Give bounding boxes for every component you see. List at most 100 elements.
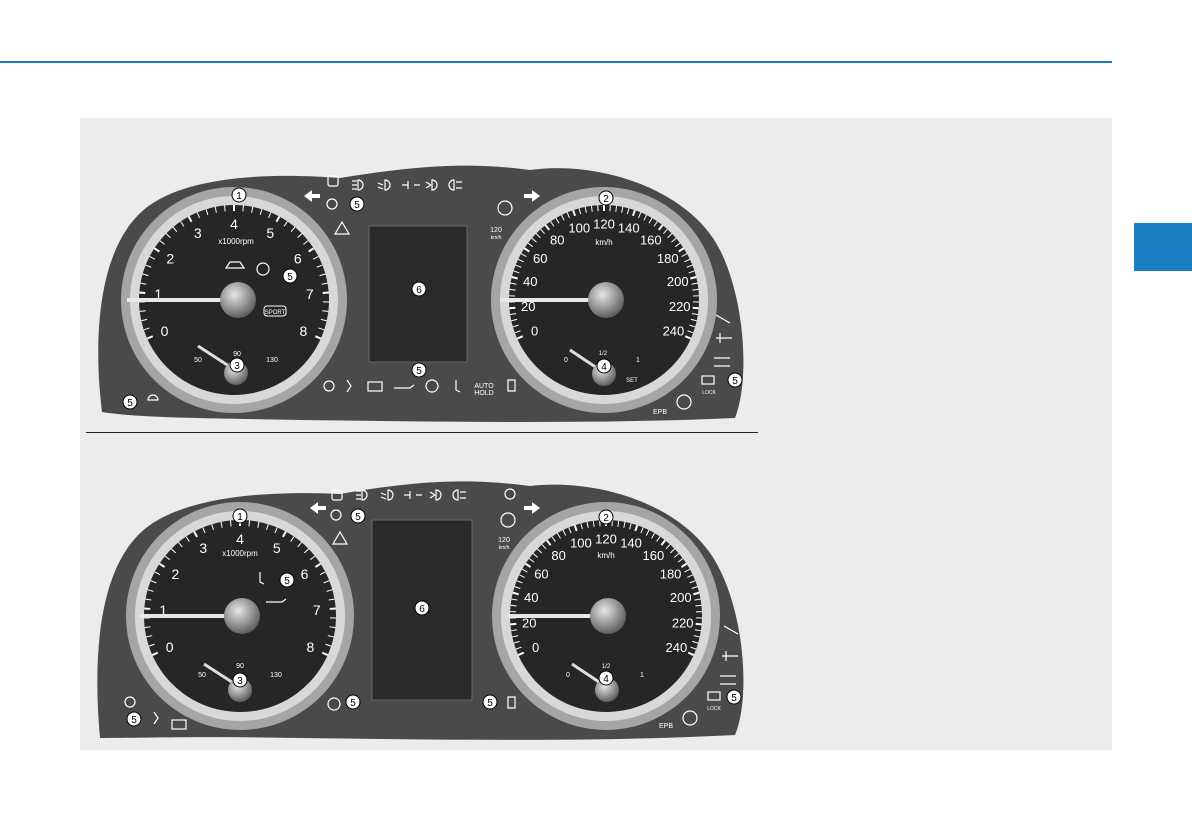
callout-warning-c-num: 5	[350, 698, 356, 709]
scale-label: 240	[663, 323, 685, 338]
speed-limit-unit: km/h	[491, 235, 502, 241]
fuel-full: 1	[636, 357, 640, 364]
scale-label: 160	[643, 548, 665, 563]
set-label: SET	[626, 378, 638, 384]
scale-label: 4	[230, 216, 238, 232]
callout-fuel-num: 4	[603, 674, 609, 685]
callout-warning-f-num: 5	[731, 693, 737, 704]
cluster-lower: 012345678 x1000rpm 50 90 130 02040608010…	[97, 481, 744, 740]
scale-label: 0	[161, 323, 169, 339]
scale-label: 160	[640, 233, 662, 248]
scale-tick	[224, 205, 226, 212]
scale-label: 80	[551, 548, 565, 563]
scale-tick	[248, 520, 251, 527]
speed-limit-unit: km/h	[499, 545, 510, 551]
scale-label: 80	[550, 233, 564, 248]
scale-label: 220	[669, 299, 691, 314]
callout-lcd-num: 6	[416, 285, 422, 296]
scale-tick	[692, 288, 699, 291]
scale-tick	[509, 288, 516, 291]
fuel-full: 1	[640, 672, 644, 679]
scale-label: 3	[194, 225, 202, 241]
scale-tick	[690, 276, 697, 280]
fuel-empty: 0	[564, 357, 568, 364]
callout-warning-a-num: 5	[355, 512, 361, 523]
callout-warning-e-num: 5	[131, 715, 137, 726]
scale-label: 140	[620, 536, 642, 551]
callout-tach-num: 1	[237, 512, 243, 523]
epb-label: EPB	[653, 409, 667, 416]
temp-high: 130	[270, 672, 282, 679]
speedometer: 020406080100 120 140160180200220240 km/h 0…	[491, 187, 717, 413]
callout-lcd-num: 6	[419, 604, 425, 615]
callout-fuel-num: 4	[601, 362, 607, 373]
callout-warning-d-num: 5	[127, 398, 133, 409]
scale-label: 200	[667, 274, 689, 289]
scale-label: 6	[301, 566, 309, 582]
scale-label: 5	[266, 225, 274, 241]
scale-label: 100	[570, 536, 592, 551]
callout-speedo-num: 2	[603, 513, 609, 524]
scale-label: 180	[660, 567, 682, 582]
scale-tick	[511, 276, 518, 280]
scale-tick	[693, 591, 700, 596]
temp-mid: 90	[233, 351, 241, 358]
speed-limit-label: 120	[498, 537, 510, 544]
lock-label: LOCK	[707, 706, 721, 712]
auto-hold-line1: AUTO	[474, 383, 494, 390]
tachometer: 012345678 x1000rpm 50 90 130 SPORT	[121, 187, 347, 413]
callout-temp-num: 3	[237, 676, 243, 687]
lock-label: LOCK	[702, 390, 716, 396]
tach-hub	[220, 282, 256, 318]
fuel-half: 1/2	[599, 351, 608, 357]
fuel-half: 1/2	[602, 664, 611, 670]
callout-temp-num: 3	[234, 361, 240, 372]
tach-unit: x1000rpm	[218, 237, 254, 246]
speedo-unit: km/h	[597, 551, 614, 560]
scale-label: 7	[306, 286, 314, 302]
callout-warning-e-num: 5	[732, 376, 738, 387]
scale-tick	[695, 622, 702, 626]
callout-tach-num: 1	[236, 191, 242, 202]
tachometer: 012345678 x1000rpm 50 90 130	[126, 502, 354, 730]
scale-tick	[695, 604, 702, 607]
speed-limit-label: 120	[490, 227, 502, 234]
scale-tick	[692, 306, 699, 310]
callout-speedo-num: 2	[603, 194, 609, 205]
temp-low: 50	[198, 672, 206, 679]
scale-label: 40	[524, 590, 538, 605]
scale-label: 8	[300, 323, 308, 339]
scale-label: 60	[533, 251, 547, 266]
speedo-hub	[590, 598, 626, 634]
scale-tick	[229, 520, 232, 527]
speedo-hub	[588, 282, 624, 318]
scale-label: 180	[657, 251, 679, 266]
callout-warning-b-num: 5	[284, 576, 290, 587]
speedometer: 020406080100 120 140160180200220240 km/h 0…	[492, 502, 720, 730]
callout-warning-a-num: 5	[354, 200, 360, 211]
scale-label: 5	[273, 540, 281, 556]
scale-label: 0	[532, 640, 539, 655]
scale-label: 120	[595, 532, 617, 547]
scale-label: 40	[523, 274, 537, 289]
scale-tick	[509, 306, 516, 310]
scale-label: 8	[306, 639, 314, 655]
fuel-empty: 0	[566, 672, 570, 679]
scale-label: 120	[593, 217, 615, 232]
auto-hold-line2: HOLD	[474, 390, 493, 397]
temp-low: 50	[194, 357, 202, 364]
callout-warning-c-num: 5	[416, 366, 422, 377]
scale-label: 2	[166, 251, 174, 267]
scale-label: 0	[166, 639, 174, 655]
scale-label: 7	[313, 602, 321, 618]
epb-label: EPB	[659, 723, 673, 730]
scale-tick	[510, 604, 517, 607]
speedo-unit: km/h	[595, 238, 612, 247]
scale-tick	[510, 622, 517, 626]
scale-label: 6	[294, 251, 302, 267]
cluster-drawing: 012345678 x1000rpm 50 90 130 SPORT 02040…	[97, 165, 744, 740]
tach-unit: x1000rpm	[222, 549, 258, 558]
scale-label: 60	[534, 567, 548, 582]
scale-tick	[242, 205, 244, 212]
temp-high: 130	[266, 357, 278, 364]
